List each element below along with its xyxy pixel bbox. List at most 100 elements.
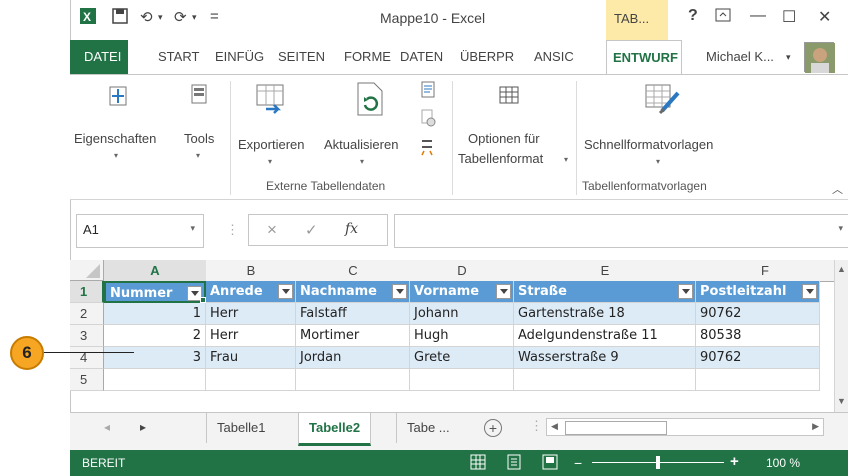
- add-sheet-button[interactable]: +: [484, 419, 502, 437]
- vertical-scrollbar[interactable]: ▲ ▼: [834, 260, 848, 412]
- horizontal-scrollbar[interactable]: ◀ ▶: [546, 418, 824, 436]
- sheet-tab-tabelle2[interactable]: Tabelle2: [298, 413, 372, 446]
- tab-start[interactable]: START: [158, 49, 199, 64]
- table-header-cell[interactable]: Nachname: [296, 281, 410, 303]
- table-cell[interactable]: Frau: [206, 347, 296, 369]
- sheet-tab-tabelle3[interactable]: Tabe ...: [396, 413, 460, 443]
- zoom-slider-thumb[interactable]: [656, 456, 660, 469]
- maximize-button[interactable]: ☐: [782, 7, 796, 27]
- formula-input[interactable]: ▾: [394, 214, 848, 248]
- break-link-icon[interactable]: [418, 135, 436, 157]
- next-sheet-icon[interactable]: ▸: [140, 420, 146, 434]
- tools-button[interactable]: Tools: [184, 131, 214, 146]
- empty-cell[interactable]: [410, 369, 514, 391]
- worksheet-grid[interactable]: A B C D E F 1 2 3 4 5 Nummer Anrede Nach…: [70, 260, 835, 412]
- exportieren-button[interactable]: Exportieren: [238, 137, 304, 152]
- optionen-label-2[interactable]: Tabellenformat: [458, 151, 543, 166]
- insert-function-icon[interactable]: fx: [345, 221, 358, 237]
- filter-dropdown-icon[interactable]: [678, 284, 693, 299]
- table-cell[interactable]: 80538: [696, 325, 820, 347]
- scroll-thumb[interactable]: [565, 421, 667, 435]
- tab-entwurf[interactable]: ENTWURF: [606, 40, 682, 76]
- table-cell[interactable]: Grete: [410, 347, 514, 369]
- table-cell[interactable]: Gartenstraße 18: [514, 303, 696, 325]
- confirm-entry-icon[interactable]: ✓: [305, 221, 318, 239]
- normal-view-icon[interactable]: [470, 454, 486, 473]
- unlink-icon[interactable]: [420, 109, 436, 127]
- empty-cell[interactable]: [296, 369, 410, 391]
- table-header-cell[interactable]: Nummer: [104, 281, 206, 303]
- eigenschaften-dropdown-icon[interactable]: ▾: [114, 151, 118, 160]
- table-header-cell[interactable]: Vorname: [410, 281, 514, 303]
- table-cell[interactable]: Hugh: [410, 325, 514, 347]
- user-dropdown-icon[interactable]: ▾: [786, 52, 791, 63]
- optionen-label-1[interactable]: Optionen für: [468, 131, 540, 146]
- scroll-left-icon[interactable]: ◀: [551, 421, 558, 432]
- close-button[interactable]: ✕: [818, 7, 831, 27]
- tab-einfuegen[interactable]: EINFÜG: [215, 49, 264, 64]
- schnellformat-dropdown-icon[interactable]: ▾: [656, 157, 660, 166]
- user-name[interactable]: Michael K...: [706, 49, 774, 64]
- tab-seiten[interactable]: SEITEN: [278, 49, 325, 64]
- ribbon-display-icon[interactable]: [715, 7, 731, 28]
- table-cell[interactable]: Herr: [206, 303, 296, 325]
- cancel-entry-icon[interactable]: ×: [267, 220, 277, 240]
- table-cell[interactable]: Wasserstraße 9: [514, 347, 696, 369]
- redo-dropdown-icon[interactable]: ▾: [192, 12, 197, 23]
- page-break-view-icon[interactable]: [542, 454, 558, 473]
- empty-cell[interactable]: [696, 369, 820, 391]
- select-all-corner[interactable]: [70, 260, 104, 281]
- filter-dropdown-icon[interactable]: [802, 284, 817, 299]
- tab-formeln[interactable]: FORME: [344, 49, 391, 64]
- name-box-dropdown-icon[interactable]: ▾: [190, 223, 195, 234]
- aktualisieren-button[interactable]: Aktualisieren: [324, 137, 398, 152]
- row-header-4[interactable]: 4: [70, 347, 104, 369]
- optionen-dropdown-icon[interactable]: ▾: [564, 155, 568, 164]
- table-header-cell[interactable]: Anrede: [206, 281, 296, 303]
- customize-toolbar-icon[interactable]: =: [210, 8, 219, 25]
- prev-sheet-icon[interactable]: ◂: [104, 420, 110, 434]
- redo-icon[interactable]: ⟳: [174, 8, 187, 26]
- scroll-up-icon[interactable]: ▲: [837, 264, 846, 274]
- filter-dropdown-icon[interactable]: [392, 284, 407, 299]
- row-header-5[interactable]: 5: [70, 369, 104, 391]
- empty-cell[interactable]: [206, 369, 296, 391]
- save-icon[interactable]: [112, 8, 128, 28]
- tab-ueberpruefen[interactable]: ÜBERPR: [460, 49, 514, 64]
- table-cell[interactable]: Jordan: [296, 347, 410, 369]
- name-box[interactable]: A1 ▾: [76, 214, 204, 248]
- column-header-f[interactable]: F: [696, 260, 835, 282]
- empty-cell[interactable]: [514, 369, 696, 391]
- column-header-a[interactable]: A: [104, 260, 207, 283]
- row-header-2[interactable]: 2: [70, 303, 104, 325]
- help-button[interactable]: ?: [688, 7, 698, 25]
- table-cell[interactable]: Mortimer: [296, 325, 410, 347]
- zoom-level[interactable]: 100 %: [766, 456, 800, 470]
- tools-dropdown-icon[interactable]: ▾: [196, 151, 200, 160]
- scroll-down-icon[interactable]: ▼: [837, 396, 846, 406]
- table-cell[interactable]: 90762: [696, 347, 820, 369]
- column-header-d[interactable]: D: [410, 260, 515, 282]
- tab-ansicht[interactable]: ANSIC: [534, 49, 574, 64]
- column-header-c[interactable]: C: [296, 260, 411, 282]
- tab-daten[interactable]: DATEN: [400, 49, 443, 64]
- undo-dropdown-icon[interactable]: ▾: [158, 12, 163, 23]
- avatar[interactable]: [804, 42, 835, 73]
- table-cell[interactable]: 2: [104, 325, 206, 347]
- empty-cell[interactable]: [104, 369, 206, 391]
- table-cell[interactable]: Johann: [410, 303, 514, 325]
- fill-handle[interactable]: [200, 297, 206, 303]
- column-header-b[interactable]: B: [206, 260, 297, 282]
- filter-dropdown-icon[interactable]: [278, 284, 293, 299]
- zoom-out-icon[interactable]: −: [574, 455, 582, 471]
- table-cell[interactable]: 90762: [696, 303, 820, 325]
- eigenschaften-button[interactable]: Eigenschaften: [74, 131, 156, 146]
- table-cell[interactable]: Adelgundenstraße 11: [514, 325, 696, 347]
- tab-datei[interactable]: DATEI: [70, 40, 128, 74]
- table-header-cell[interactable]: Straße: [514, 281, 696, 303]
- scroll-right-icon[interactable]: ▶: [812, 421, 819, 432]
- zoom-in-icon[interactable]: +: [730, 453, 739, 470]
- table-cell[interactable]: Falstaff: [296, 303, 410, 325]
- table-cell[interactable]: 3: [104, 347, 206, 369]
- page-layout-view-icon[interactable]: [506, 454, 522, 473]
